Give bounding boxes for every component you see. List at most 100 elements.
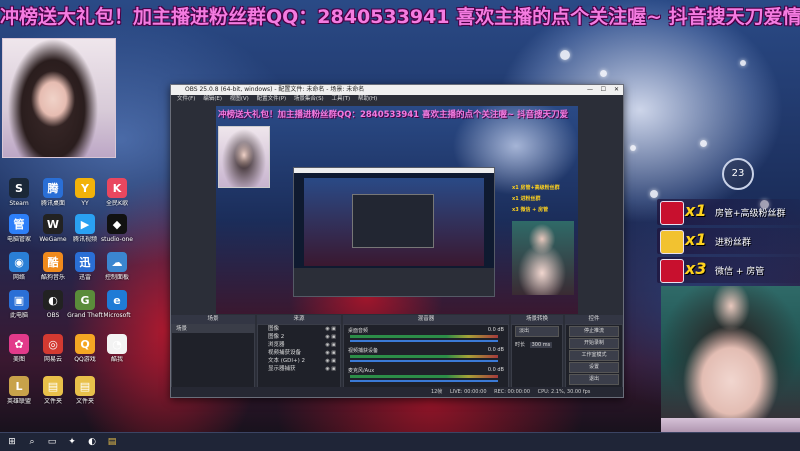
desktop-app-icon: 管	[9, 214, 29, 234]
desktop-icon[interactable]: L 英雄联盟	[0, 376, 38, 405]
desktop-app-icon: 酷	[43, 252, 63, 272]
volume-meter	[350, 375, 498, 378]
desktop-app-icon: ✿	[9, 334, 29, 354]
volume-slider[interactable]	[350, 380, 498, 382]
source-item[interactable]: 视频捕获设备 ◉ ▣	[258, 349, 340, 357]
eye-icon[interactable]: ◉ ▣	[325, 341, 336, 349]
cpu-fps: CPU: 2.1%, 30.00 fps	[537, 389, 591, 395]
sources-header: 来源	[257, 315, 341, 324]
maximize-icon[interactable]: ☐	[601, 85, 606, 95]
duration-input[interactable]: 300 ms	[529, 342, 553, 348]
desktop-icon[interactable]: K 全民K歌	[98, 178, 136, 207]
eye-icon[interactable]: ◉ ▣	[325, 333, 336, 341]
windows-logo-icon[interactable]: ⊞	[6, 436, 18, 448]
obs-preview[interactable]: 冲榜送大礼包！加主播进粉丝群QQ：2840533941 喜欢主播的点个关注喔~ …	[216, 106, 578, 314]
gift-panel: x1 房管+高级粉丝群 x1 进粉丝群 x3 微信 + 房管	[657, 199, 800, 285]
menu-tools[interactable]: 工具(T)	[331, 96, 350, 102]
obs-taskbar-icon[interactable]: ◐	[86, 436, 98, 448]
desktop-app-icon: ☁	[107, 252, 127, 272]
eye-icon[interactable]: ◉ ▣	[325, 357, 336, 365]
source-item[interactable]: 图像 ◉ ▣	[258, 325, 340, 333]
desktop-app-icon: 腾	[43, 178, 63, 198]
gift-icon	[660, 230, 684, 254]
obs-window[interactable]: OBS 25.0.8 (64-bit, windows) - 配置文件: 未命名…	[170, 84, 624, 398]
minimize-icon[interactable]: —	[587, 85, 593, 95]
desktop-icon-grid: S Steam 腾腾讯桌面 Y YY K 全民K歌管电脑管家 W WeGame ▶ 腾讯视频 ◆ stu…	[0, 0, 160, 430]
eye-icon[interactable]: ◉ ▣	[325, 325, 336, 333]
source-item[interactable]: 文本 (GDI+) 2 ◉ ▣	[258, 357, 340, 365]
blossom-decoration	[600, 70, 607, 77]
volume-meter	[350, 335, 498, 338]
mixer-track-db: 0.0 dB	[487, 347, 504, 353]
desktop-icon[interactable]: ◉ 网络	[0, 252, 38, 281]
gift-count: x1	[685, 201, 707, 220]
source-item[interactable]: 浏览器 ◉ ▣	[258, 341, 340, 349]
scene-item[interactable]: 场景	[172, 325, 254, 333]
menu-file[interactable]: 文件(F)	[177, 96, 195, 102]
volume-slider[interactable]	[350, 360, 498, 362]
volume-slider[interactable]	[350, 340, 498, 342]
desktop-icon[interactable]: ▣ 此电脑	[0, 290, 38, 319]
desktop-app-icon: Y	[75, 178, 95, 198]
exit-button[interactable]: 退出	[569, 374, 619, 385]
blossom-decoration	[700, 140, 707, 147]
nested-obs-preview	[293, 167, 495, 297]
obs-status-bar: 12帧 LIVE: 00:00:00 REC: 00:00:00 CPU: 2.…	[171, 387, 623, 397]
desktop-icon[interactable]: ◔ 酷我	[98, 334, 136, 363]
blossom-decoration	[560, 50, 570, 60]
desktop-icon[interactable]: S Steam	[0, 178, 38, 207]
close-icon[interactable]: ✕	[614, 85, 619, 95]
menu-scene-collection[interactable]: 场景集合(S)	[294, 96, 324, 102]
desktop-icon[interactable]: e Microsoft	[98, 290, 136, 319]
studio-mode-button[interactable]: 工作室模式	[569, 350, 619, 361]
mixer-panel[interactable]: 桌面音频 0.0 dB 视频捕获设备 0.0 dB 麦克风/Aux 0.0 dB	[343, 324, 509, 388]
scenes-panel[interactable]: 场景	[171, 324, 255, 388]
gift-text: 进粉丝群	[715, 238, 752, 248]
source-item[interactable]: 显示器捕获 ◉ ▣	[258, 365, 340, 373]
mixer-track-name: 桌面音频	[348, 328, 369, 334]
desktop-icon[interactable]: ▤ 文件夹	[66, 376, 104, 405]
task-view-icon[interactable]: ▭	[46, 436, 58, 448]
stop-streaming-button[interactable]: 停止推流	[569, 326, 619, 337]
desktop-app-icon: L	[9, 376, 29, 396]
gift-text: 微信 + 房管	[715, 267, 765, 277]
rec-timer: REC: 00:00:00	[494, 389, 530, 395]
source-item[interactable]: 图像 2 ◉ ▣	[258, 333, 340, 341]
menu-edit[interactable]: 编辑(E)	[203, 96, 222, 102]
transitions-header: 场景转换	[511, 315, 563, 324]
desktop-icon-label: Microsoft	[103, 312, 131, 319]
eye-icon[interactable]: ◉ ▣	[325, 365, 336, 373]
gift-row: x1 进粉丝群	[657, 228, 800, 254]
desktop-icon[interactable]: ◆ studio-one	[98, 214, 136, 243]
desktop-icon[interactable]: ☁ 控制面板	[98, 252, 136, 281]
obs-title-bar[interactable]: OBS 25.0.8 (64-bit, windows) - 配置文件: 未命名…	[171, 85, 623, 95]
gift-count: x3	[685, 259, 707, 278]
controls-panel: 停止推流 开始录制 工作室模式 设置 退出	[565, 324, 623, 388]
settings-button[interactable]: 设置	[569, 362, 619, 373]
desktop-app-icon: ◎	[43, 334, 63, 354]
desktop-icon-label: 文件夹	[75, 398, 94, 405]
desktop-app-icon: Q	[75, 334, 95, 354]
start-recording-button[interactable]: 开始录制	[569, 338, 619, 349]
desktop-icon-label: 此电脑	[9, 312, 28, 319]
preview-webcam	[218, 126, 270, 188]
obs-title-text: OBS 25.0.8 (64-bit, windows) - 配置文件: 未命名…	[185, 86, 365, 93]
menu-profile[interactable]: 配置文件(P)	[257, 96, 287, 102]
desktop-icon[interactable]: 管电脑管家	[0, 214, 38, 243]
desktop-app-icon: ◔	[107, 334, 127, 354]
desktop-app-icon: G	[75, 290, 95, 310]
app-icon[interactable]: ✦	[66, 436, 78, 448]
preview-stream-camera	[512, 221, 574, 295]
folder-icon[interactable]: ▤	[106, 436, 118, 448]
sources-panel[interactable]: 图像 ◉ ▣ 图像 2 ◉ ▣ 浏览器 ◉ ▣ 视频捕获设备 ◉ ▣ 文本 (GDI+)…	[257, 324, 341, 388]
desktop-app-icon: e	[107, 290, 127, 310]
eye-icon[interactable]: ◉ ▣	[325, 349, 336, 357]
desktop-icon[interactable]: ✿ 美图	[0, 334, 38, 363]
search-icon[interactable]: ⌕	[26, 436, 38, 448]
menu-view[interactable]: 视图(V)	[230, 96, 249, 102]
menu-help[interactable]: 帮助(H)	[358, 96, 377, 102]
gift-row: x1 房管+高级粉丝群	[657, 199, 800, 225]
gift-count: x1	[685, 230, 707, 249]
transitions-panel[interactable]: 淡出 时长 300 ms	[511, 324, 563, 388]
transition-select[interactable]: 淡出	[515, 326, 559, 337]
